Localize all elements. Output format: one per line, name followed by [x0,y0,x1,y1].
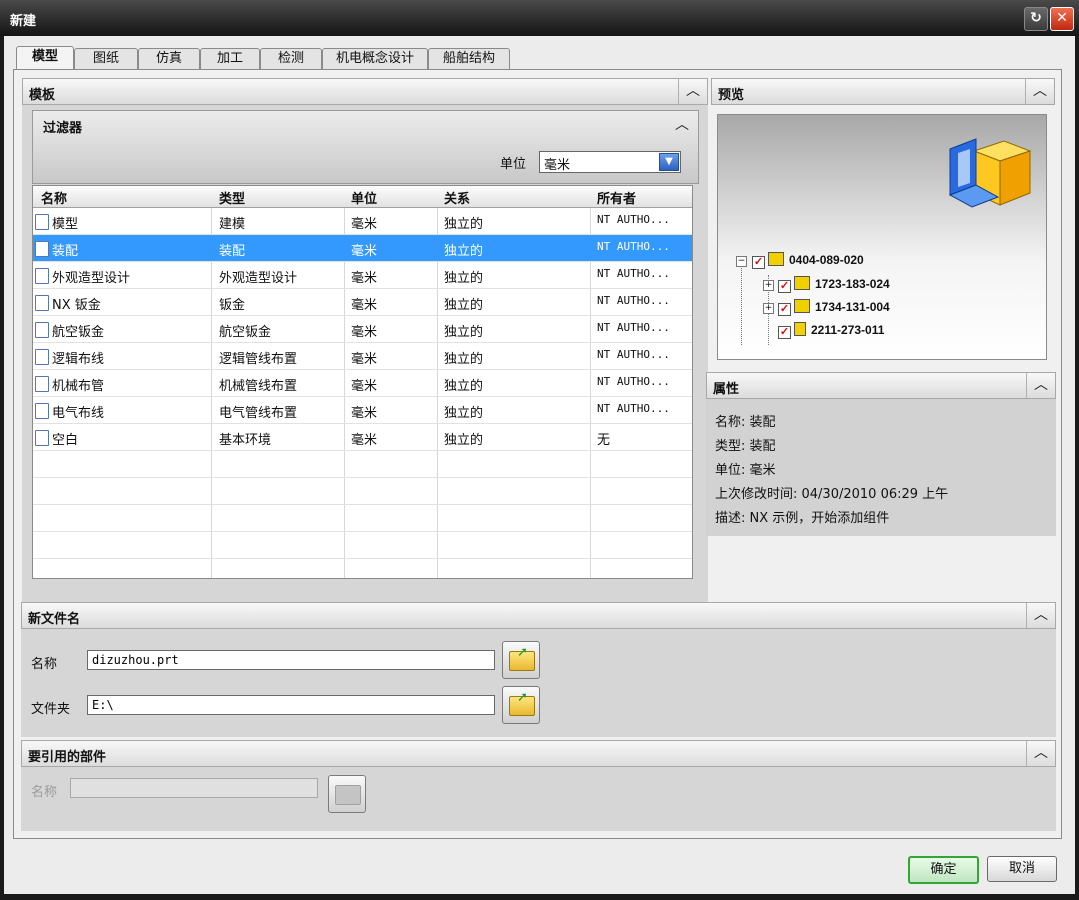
col-name[interactable]: 名称 [41,188,67,207]
prop-description: 描述: NX 示例，开始添加组件 [715,507,889,526]
tab-ship-structure[interactable]: 船舶结构 [428,48,510,69]
restore-icon[interactable]: ↻ [1024,7,1048,31]
tab-model[interactable]: 模型 [16,46,74,71]
folder-label: 文件夹 [31,698,70,717]
folder-input[interactable] [87,695,495,715]
file-name-label: 名称 [31,653,57,672]
table-row[interactable]: NX 钣金 钣金 毫米 独立的 NT AUTHO... [33,289,692,316]
dialog-body: 模型 图纸 仿真 加工 检测 机电概念设计 船舶结构 模板 ︿ 过滤器 ︿ 单位… [4,36,1075,894]
unit-label: 单位 [500,153,526,172]
window-title: 新建 [10,10,36,29]
properties-body: 名称: 装配 类型: 装配 单位: 毫米 上次修改时间: 04/30/2010 … [706,399,1056,536]
template-table: 名称 类型 单位 关系 所有者 模型 建模 毫米 独立的 NT AUTHO...… [32,185,693,579]
templates-header[interactable]: 模板 ︿ [22,78,708,105]
col-unit[interactable]: 单位 [351,188,377,207]
unit-select-value: 毫米 [544,154,570,173]
table-row[interactable]: 机械布管 机械管线布置 毫米 独立的 NT AUTHO... [33,370,692,397]
referenced-part-header[interactable]: 要引用的部件 ︿ [21,740,1056,767]
tab-inspection[interactable]: 检测 [260,48,322,69]
col-type[interactable]: 类型 [219,188,245,207]
table-header: 名称 类型 单位 关系 所有者 [33,186,692,208]
properties-header[interactable]: 属性 ︿ [706,372,1056,399]
collapse-icon[interactable]: ︿ [1025,79,1054,104]
sheet-metal-icon [35,295,49,311]
cancel-button[interactable]: 取消 [987,856,1057,882]
browse-name-button[interactable]: ➚ [502,641,540,679]
file-name-input[interactable] [87,650,495,670]
browse-ref-button [328,775,366,813]
preview-pane: − ✓0404-089-020 + ✓1723-183-024 + ✓1734-… [717,114,1047,360]
tree-node[interactable]: ✓1734-131-004 [778,299,890,316]
browse-folder-button[interactable]: ➚ [502,686,540,724]
tree-node[interactable]: ✓2211-273-011 [778,322,884,339]
electrical-routing-icon [35,403,49,419]
filter-title: 过滤器 [43,117,82,136]
col-relation[interactable]: 关系 [444,188,470,207]
table-row-empty [33,532,692,559]
table-row[interactable]: 外观造型设计 外观造型设计 毫米 独立的 NT AUTHO... [33,262,692,289]
table-row-empty [33,505,692,532]
referenced-part-title: 要引用的部件 [28,746,106,765]
tree-node-root[interactable]: ✓0404-089-020 [752,252,864,269]
assembly-icon [794,276,810,290]
preview-header[interactable]: 预览 ︿ [711,78,1055,105]
tree-node[interactable]: ✓1723-183-024 [778,276,890,293]
filter-group: 过滤器 ︿ 单位 毫米 ▼ [32,110,699,184]
prop-type: 类型: 装配 [715,435,776,454]
table-row-empty [33,451,692,478]
ref-name-input [70,778,318,798]
close-icon[interactable]: ✕ [1050,7,1074,31]
filter-collapse-icon[interactable]: ︿ [668,113,696,138]
ref-name-label: 名称 [31,781,57,800]
new-file-title: 新文件名 [28,608,80,627]
collapse-icon[interactable]: ︿ [1026,741,1055,766]
prop-unit: 单位: 毫米 [715,459,776,478]
assembly-icon [35,241,49,257]
table-row[interactable]: 逻辑布线 逻辑管线布置 毫米 独立的 NT AUTHO... [33,343,692,370]
referenced-part-body: 名称 [21,767,1056,831]
tab-mechatronics[interactable]: 机电概念设计 [322,48,428,69]
assembly-icon [794,299,810,313]
chevron-down-icon[interactable]: ▼ [659,153,679,171]
unit-select[interactable]: 毫米 ▼ [539,151,681,173]
tab-drawing[interactable]: 图纸 [74,48,138,69]
logical-routing-icon [35,349,49,365]
prop-modified: 上次修改时间: 04/30/2010 06:29 上午 [715,483,948,502]
aero-sheet-metal-icon [35,322,49,338]
ok-button[interactable]: 确定 [908,856,979,884]
model-icon [35,214,49,230]
tab-simulation[interactable]: 仿真 [138,48,200,69]
table-row[interactable]: 空白 基本环境 毫米 独立的 无 [33,424,692,451]
new-file-body: 名称 ➚ 文件夹 ➚ [21,629,1056,737]
title-bar: 新建 ↻ ✕ [0,0,1079,36]
mechanical-routing-icon [35,376,49,392]
blank-file-icon [35,430,49,446]
collapse-icon[interactable]: ︿ [1026,373,1055,398]
folder-icon [335,785,361,805]
table-row[interactable]: 模型 建模 毫米 独立的 NT AUTHO... [33,208,692,235]
table-row[interactable]: 航空钣金 航空钣金 毫米 独立的 NT AUTHO... [33,316,692,343]
table-row-empty [33,478,692,505]
tab-machining[interactable]: 加工 [200,48,260,69]
prop-name: 名称: 装配 [715,411,776,430]
assembly-preview-icon [946,133,1036,215]
table-row[interactable]: 电气布线 电气管线布置 毫米 独立的 NT AUTHO... [33,397,692,424]
collapse-icon[interactable]: ︿ [1026,603,1055,628]
part-icon [794,322,806,336]
assembly-icon [768,252,784,266]
properties-title: 属性 [713,378,739,397]
templates-body: 过滤器 ︿ 单位 毫米 ▼ 名称 类型 单位 关系 所有者 [22,105,708,625]
preview-title: 预览 [718,84,744,103]
shape-design-icon [35,268,49,284]
new-file-header[interactable]: 新文件名 ︿ [21,602,1056,629]
templates-title: 模板 [29,84,55,103]
table-row-selected[interactable]: 装配 装配 毫米 独立的 NT AUTHO... [33,235,692,262]
col-owner[interactable]: 所有者 [597,188,636,207]
collapse-icon[interactable]: ︿ [678,79,707,104]
